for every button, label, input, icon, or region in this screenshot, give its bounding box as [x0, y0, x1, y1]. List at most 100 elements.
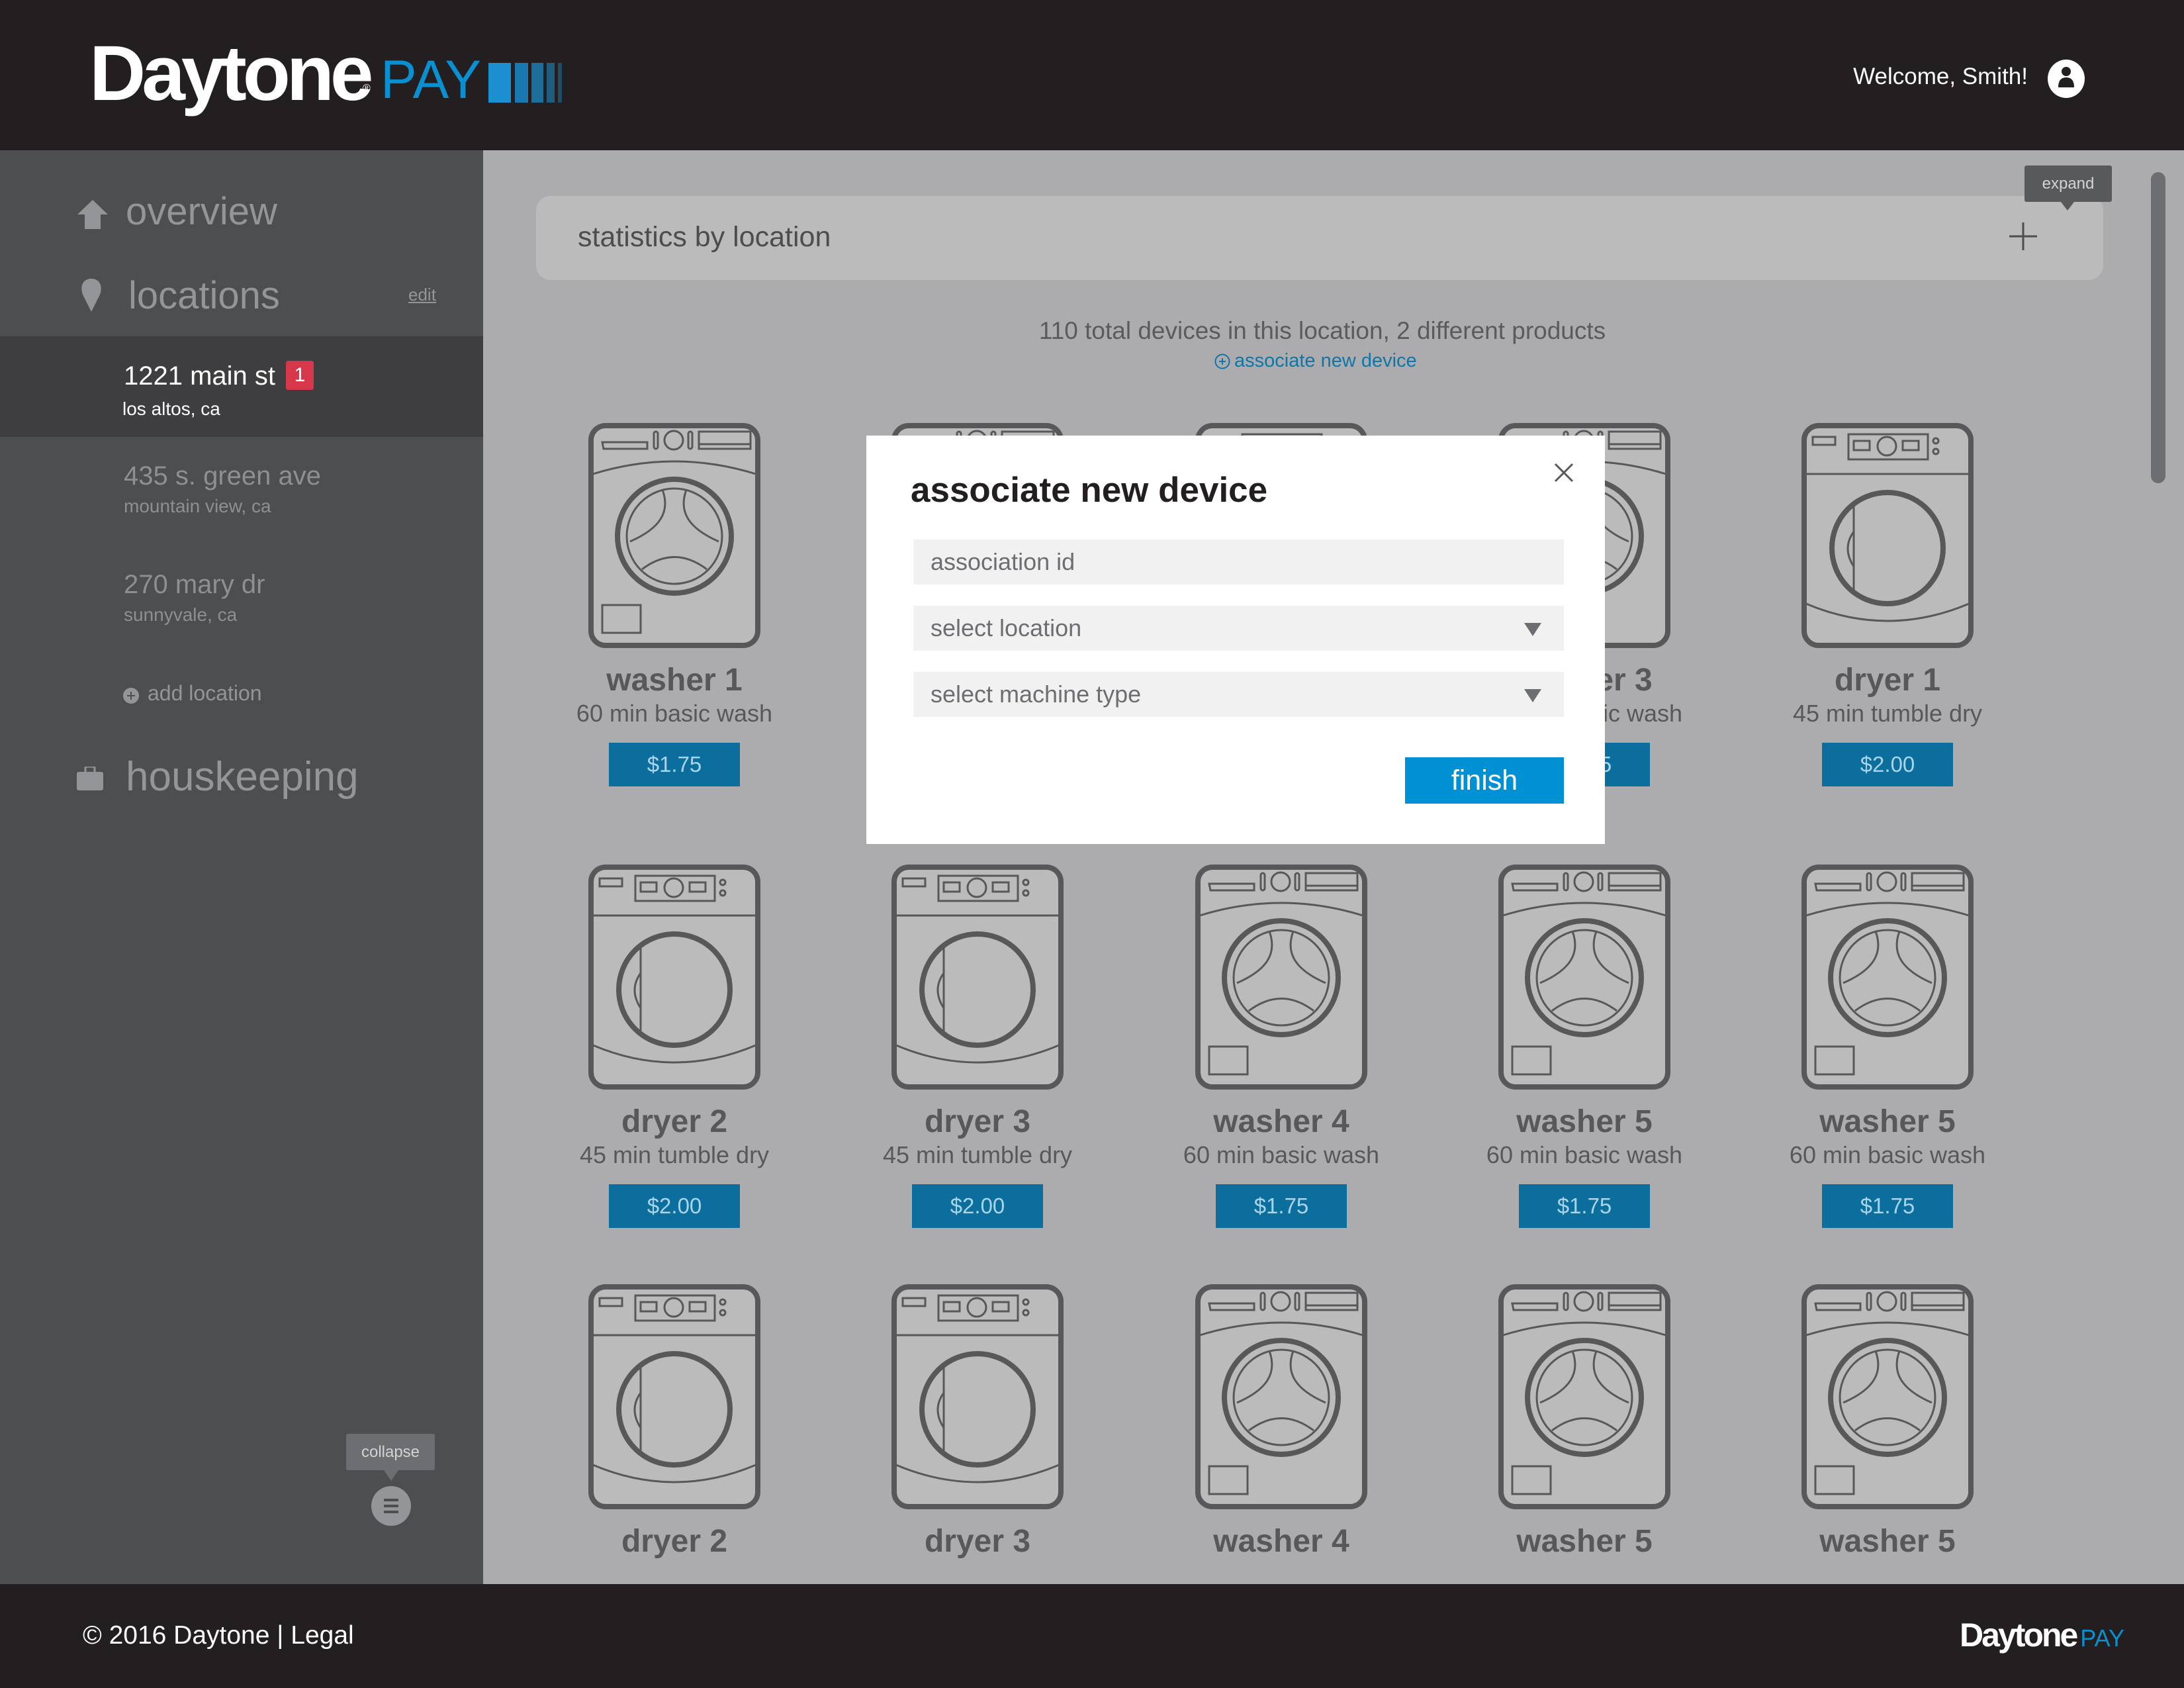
device-name: washer 5	[1819, 1524, 1956, 1559]
price-button[interactable]: $2.00	[1822, 743, 1953, 786]
washer-icon	[1195, 864, 1368, 1090]
price-button[interactable]: $1.75	[609, 743, 740, 786]
plus-icon[interactable]	[2008, 221, 2038, 252]
top-header: Daytone ® PAY Welcome, Smith!	[0, 0, 2184, 150]
washer-icon	[1498, 864, 1671, 1090]
device-name: washer 4	[1213, 1524, 1349, 1559]
location-item-435-s-green-ave[interactable]: 435 s. green ave mountain view, ca	[0, 455, 483, 534]
price-button[interactable]: $1.75	[1519, 1184, 1650, 1228]
logo-brand: Daytone	[89, 30, 374, 117]
association-id-input[interactable]: association id	[913, 539, 1564, 585]
device-card[interactable]: washer 5 60 min basic wash $1.75	[1445, 864, 1723, 1228]
separator: |	[277, 1621, 284, 1650]
overview-label: overview	[126, 190, 277, 233]
location-name: 1221 main st	[124, 361, 276, 391]
add-location-label: add location	[148, 681, 262, 705]
statistics-title: statistics by location	[578, 221, 831, 253]
plus-circle-icon	[1214, 353, 1230, 369]
finish-button[interactable]: finish	[1405, 757, 1564, 804]
sidebar-item-locations[interactable]: locations	[74, 271, 339, 320]
device-cycle: 60 min basic wash	[576, 700, 773, 727]
user-icon[interactable]	[2048, 60, 2085, 98]
device-card[interactable]: washer 5 60 min basic wash $1.75	[1749, 864, 2026, 1228]
registered-mark: ®	[363, 83, 371, 94]
device-name: dryer 2	[621, 1104, 728, 1139]
location-item-1221-main-st[interactable]: 1221 main st 1 los altos, ca	[0, 336, 483, 437]
device-name: dryer 1	[1834, 663, 1941, 698]
notification-badge: 1	[286, 361, 314, 390]
select-machine-type-value: select machine type	[931, 680, 1142, 708]
logo-product: PAY	[381, 50, 481, 110]
map-pin-icon	[81, 279, 101, 312]
briefcase-icon	[77, 767, 103, 790]
location-item-270-mary-dr[interactable]: 270 mary dr sunnyvale, ca	[0, 562, 483, 641]
device-card[interactable]: washer 5	[1749, 1284, 2026, 1560]
washer-icon	[1195, 1284, 1368, 1510]
associate-device-modal: associate new device association id sele…	[866, 436, 1605, 844]
location-name: 270 mary dr	[124, 570, 265, 599]
location-city: mountain view, ca	[124, 496, 271, 516]
select-location-value: select location	[931, 614, 1082, 641]
tooltip-pointer	[2061, 202, 2074, 211]
collapse-tooltip-text: collapse	[361, 1443, 420, 1461]
locations-label: locations	[128, 274, 280, 317]
dryer-icon	[891, 864, 1064, 1090]
device-card[interactable]: dryer 3 45 min tumble dry $2.00	[839, 864, 1116, 1228]
device-name: dryer 3	[924, 1524, 1031, 1559]
device-name: washer 4	[1213, 1104, 1349, 1139]
welcome-text: Welcome, Smith!	[1853, 64, 2028, 89]
device-name: washer 5	[1516, 1104, 1653, 1139]
device-cycle: 45 min tumble dry	[579, 1141, 770, 1168]
price-button[interactable]: $2.00	[912, 1184, 1043, 1228]
washer-icon	[1498, 1284, 1671, 1510]
tooltip-pointer	[384, 1470, 398, 1481]
price-button[interactable]: $1.75	[1216, 1184, 1347, 1228]
collapse-menu-button[interactable]	[371, 1486, 411, 1526]
device-card[interactable]: washer 5	[1445, 1284, 1723, 1560]
dryer-icon	[891, 1284, 1064, 1510]
close-icon[interactable]	[1553, 462, 1574, 483]
footer: © 2016 Daytone | Legal Daytone PAY	[0, 1584, 2184, 1688]
housekeeping-label: houskeeping	[126, 754, 359, 800]
device-card[interactable]: washer 4 60 min basic wash $1.75	[1142, 864, 1420, 1228]
device-cycle: 45 min tumble dry	[1792, 700, 1983, 727]
footer-links: © 2016 Daytone | Legal	[83, 1621, 354, 1650]
chevron-down-icon	[1524, 689, 1541, 702]
legal-link[interactable]: Legal	[291, 1621, 353, 1650]
add-location-button[interactable]: add location	[123, 680, 335, 709]
device-card[interactable]: washer 1 60 min basic wash $1.75	[535, 422, 813, 786]
sidebar-item-overview[interactable]: overview	[74, 187, 405, 236]
dryer-icon	[588, 864, 761, 1090]
price-button[interactable]: $1.75	[1822, 1184, 1953, 1228]
device-card[interactable]: washer 4	[1142, 1284, 1420, 1560]
washer-icon	[588, 422, 761, 649]
location-city: los altos, ca	[122, 399, 220, 419]
select-location-dropdown[interactable]: select location	[913, 606, 1564, 651]
copyright-text: © 2016 Daytone	[83, 1621, 270, 1650]
modal-title: associate new device	[911, 471, 1268, 510]
device-name: washer 5	[1516, 1524, 1653, 1559]
chevron-down-icon	[1524, 623, 1541, 636]
footer-logo-product: PAY	[2080, 1624, 2124, 1652]
association-id-placeholder: association id	[931, 548, 1075, 575]
device-card[interactable]: dryer 1 45 min tumble dry $2.00	[1749, 422, 2026, 786]
device-card[interactable]: dryer 2 45 min tumble dry $2.00	[535, 864, 813, 1228]
home-icon	[77, 200, 108, 229]
device-name: washer 1	[606, 663, 743, 698]
price-button[interactable]: $2.00	[609, 1184, 740, 1228]
device-card[interactable]: dryer 2	[535, 1284, 813, 1560]
dryer-icon	[1801, 422, 1974, 649]
dryer-icon	[588, 1284, 761, 1510]
main-content: statistics by location expand 110 total …	[483, 150, 2184, 1584]
expand-tooltip: expand	[2025, 165, 2112, 202]
device-name: dryer 3	[924, 1104, 1031, 1139]
device-cycle: 60 min basic wash	[1486, 1141, 1683, 1168]
edit-locations-link[interactable]: edit	[408, 285, 436, 305]
select-machine-type-dropdown[interactable]: select machine type	[913, 672, 1564, 717]
device-cycle: 60 min basic wash	[1183, 1141, 1380, 1168]
device-name: dryer 2	[621, 1524, 728, 1559]
device-card[interactable]: dryer 3	[839, 1284, 1116, 1560]
statistics-panel[interactable]: statistics by location	[536, 196, 2103, 280]
sidebar-item-housekeeping[interactable]: houskeeping	[74, 749, 405, 806]
associate-new-device-link[interactable]: associate new device	[1214, 350, 1426, 377]
